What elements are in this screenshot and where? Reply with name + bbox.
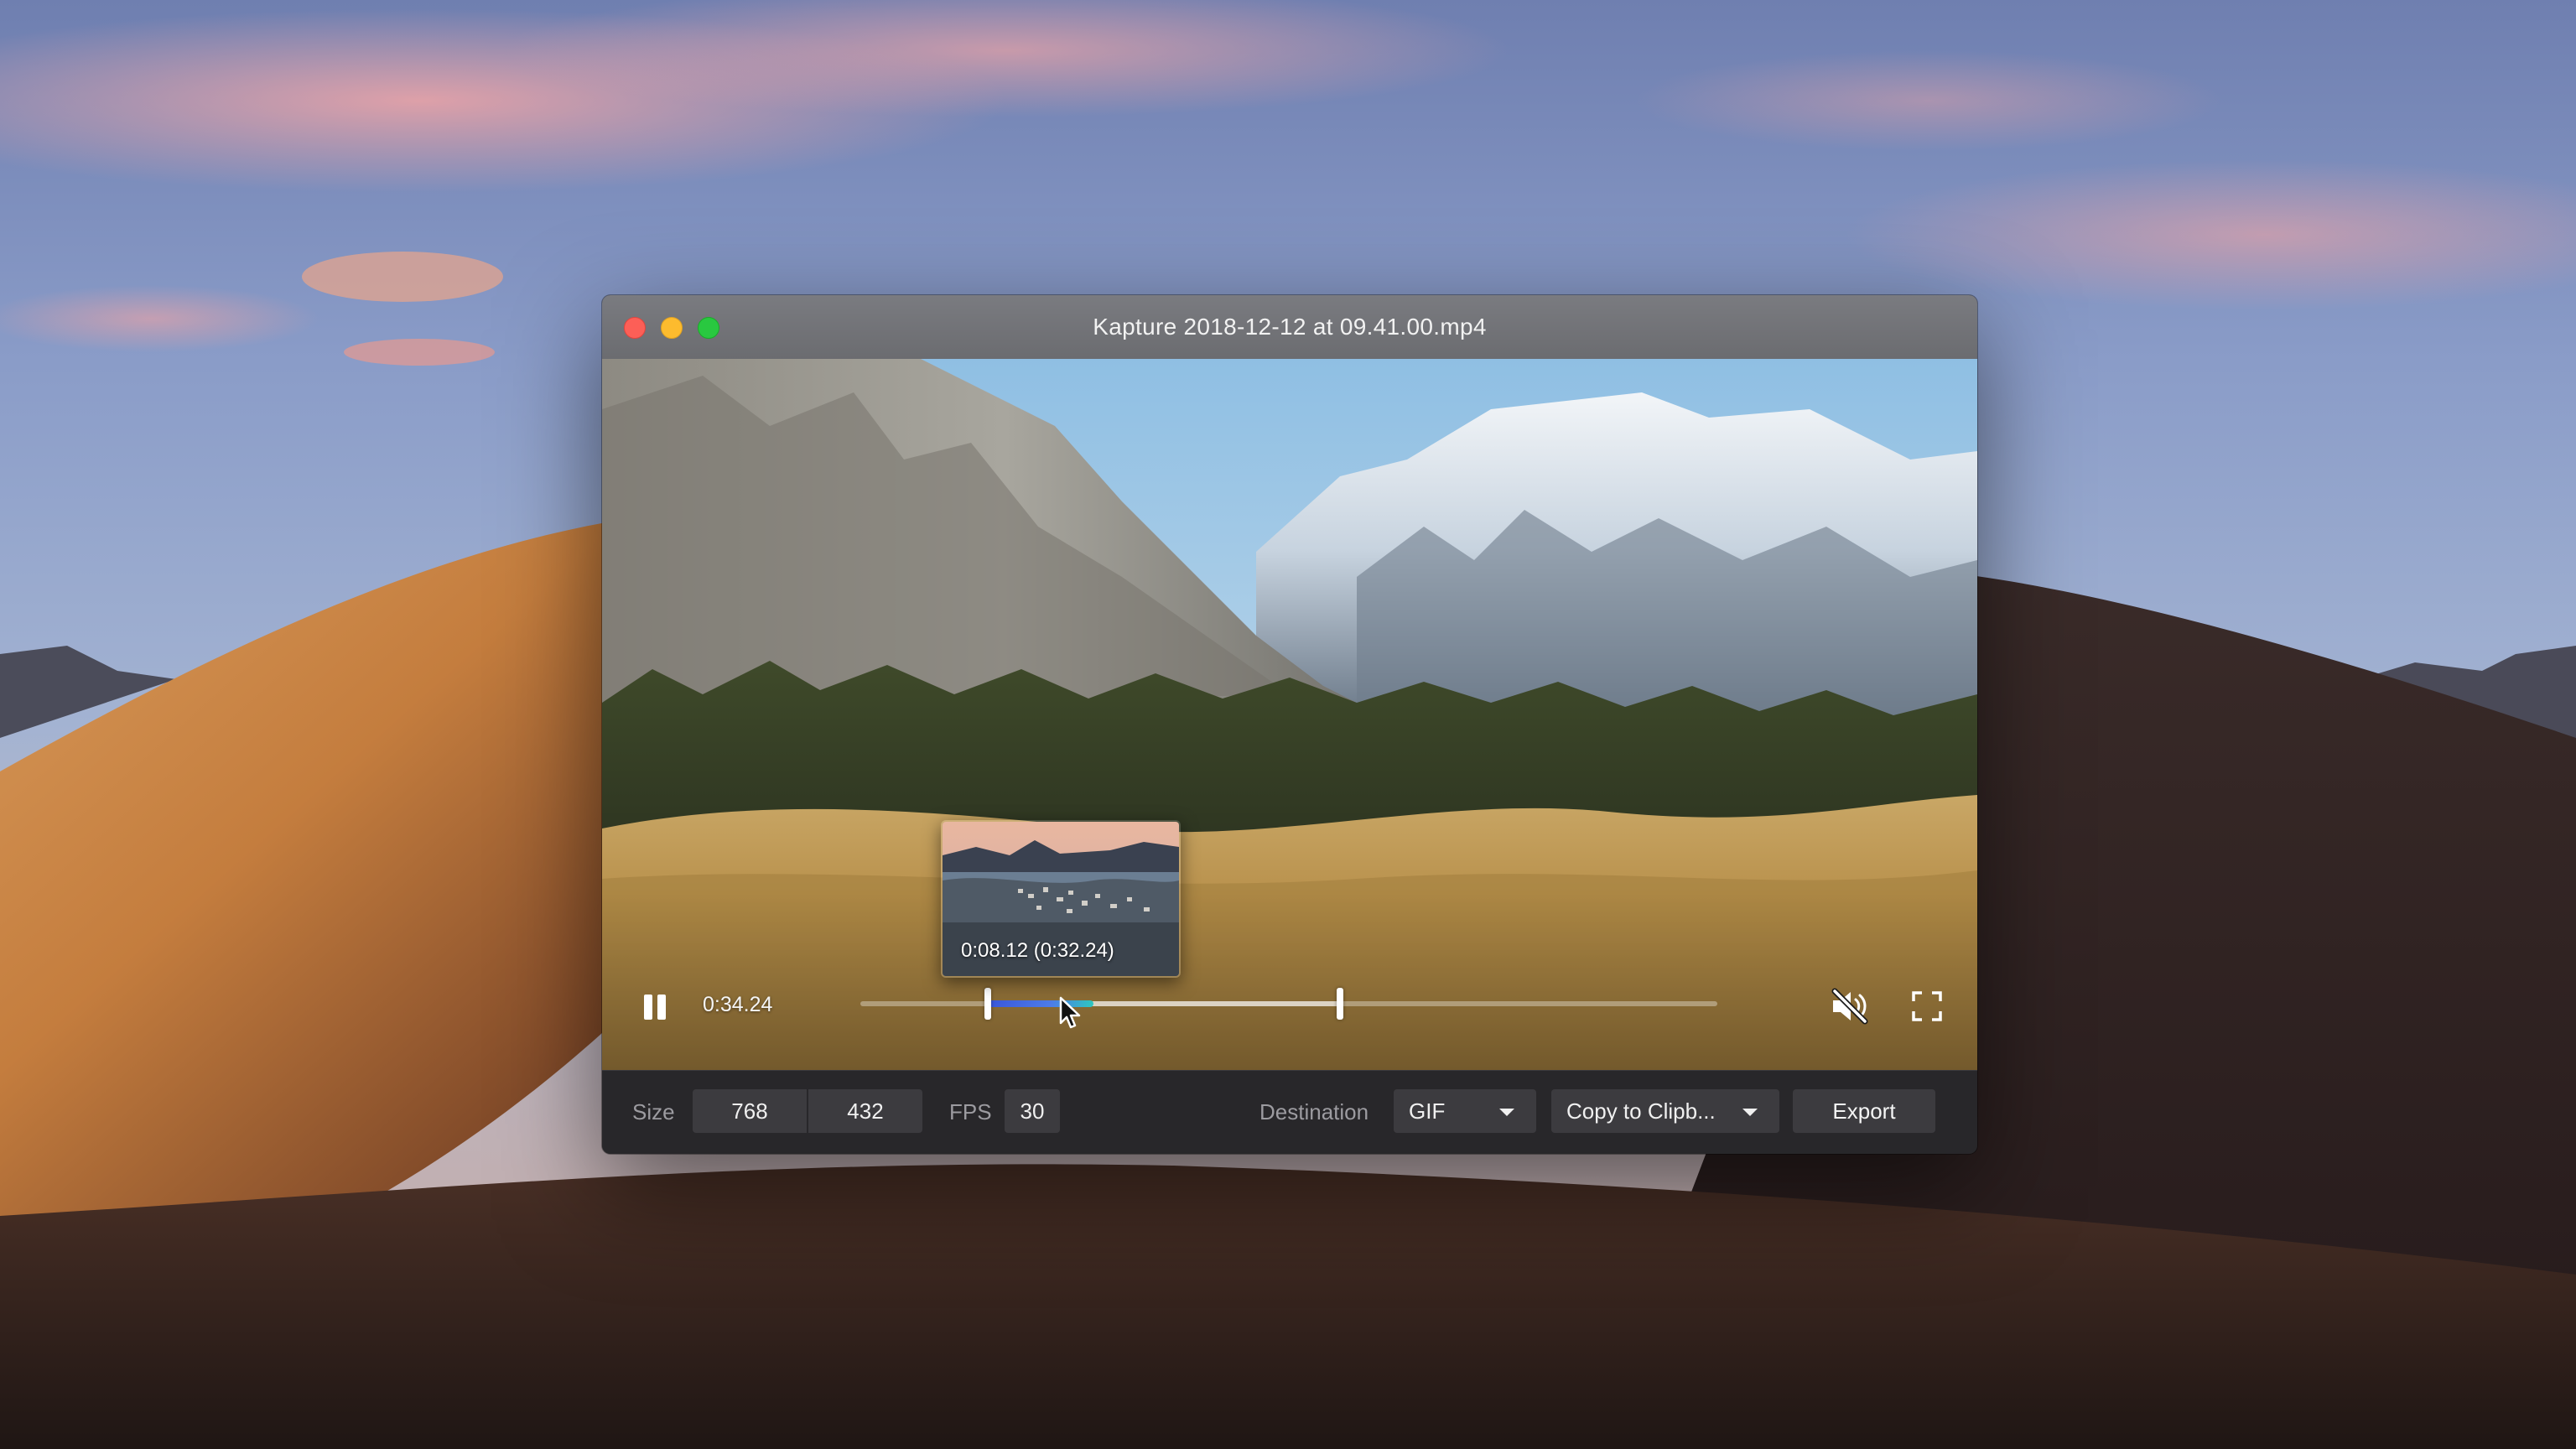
destination-value: Copy to Clipb... bbox=[1566, 1098, 1716, 1124]
width-field[interactable] bbox=[693, 1089, 807, 1133]
scrub-preview-tooltip: 0:08.12 (0:32.24) bbox=[941, 820, 1181, 978]
title-bar[interactable]: Kapture 2018-12-12 at 09.41.00.mp4 bbox=[602, 295, 1977, 360]
fullscreen-button[interactable] bbox=[1910, 989, 1944, 1023]
chevron-down-icon bbox=[1742, 1109, 1758, 1116]
trim-end-handle[interactable] bbox=[1337, 988, 1343, 1020]
window-title: Kapture 2018-12-12 at 09.41.00.mp4 bbox=[1093, 314, 1487, 340]
size-label: Size bbox=[632, 1099, 675, 1124]
trim-start-handle[interactable] bbox=[984, 988, 991, 1020]
speaker-muted-icon bbox=[1831, 988, 1868, 1025]
fps-label: FPS bbox=[949, 1099, 992, 1124]
mute-button[interactable] bbox=[1830, 988, 1870, 1025]
video-editor-window: Kapture 2018-12-12 at 09.41.00.mp4 0:34.… bbox=[602, 295, 1977, 1154]
height-field[interactable] bbox=[808, 1089, 922, 1133]
destination-dropdown[interactable]: Copy to Clipb... bbox=[1551, 1089, 1779, 1133]
chevron-down-icon bbox=[1499, 1109, 1514, 1116]
fps-field[interactable] bbox=[1005, 1089, 1060, 1133]
video-player[interactable]: 0:34.24 bbox=[602, 359, 1977, 1070]
timeline-scrubber[interactable] bbox=[860, 988, 1717, 1020]
export-toolbar: Size FPS Destination GIF Copy to Clipb..… bbox=[602, 1070, 1977, 1154]
mouse-pointer-icon bbox=[1059, 996, 1081, 1029]
destination-label: Destination bbox=[1259, 1099, 1369, 1124]
format-value: GIF bbox=[1409, 1098, 1446, 1124]
preview-time-label: 0:08.12 (0:32.24) bbox=[961, 939, 1114, 962]
fullscreen-icon bbox=[1912, 991, 1942, 1021]
current-time: 0:34.24 bbox=[703, 993, 773, 1016]
video-frame bbox=[602, 359, 1977, 1070]
pause-button[interactable] bbox=[639, 989, 671, 1023]
export-button[interactable]: Export bbox=[1793, 1089, 1935, 1133]
format-dropdown[interactable]: GIF bbox=[1394, 1089, 1536, 1133]
pause-icon bbox=[644, 995, 652, 1020]
